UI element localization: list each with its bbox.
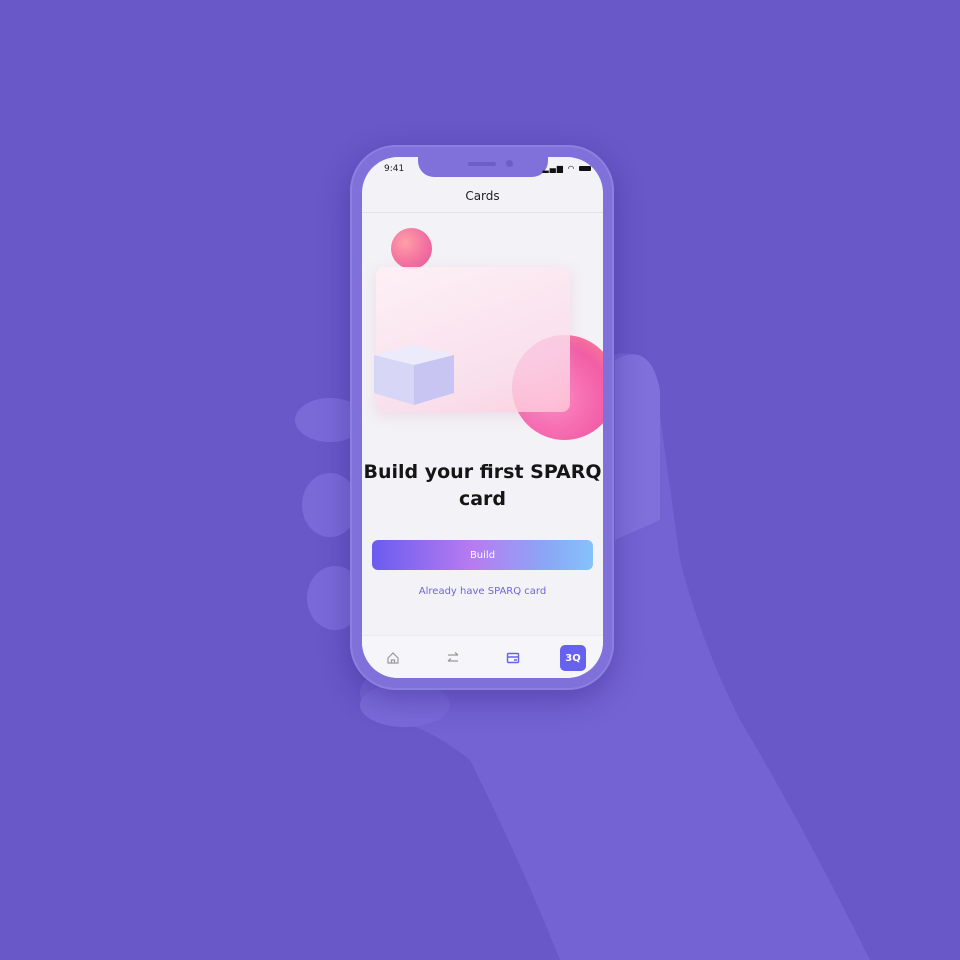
notch [418,157,548,177]
build-button[interactable]: Build [372,540,593,570]
header-divider [362,212,603,213]
tab-home[interactable] [380,645,406,671]
wifi-icon: ◠ [567,164,576,173]
signal-icon: ▂▄▆ [542,164,564,173]
tab-bar: 3Q [362,635,603,678]
page-title: Cards [465,189,500,203]
phone-screen: 9:41 ▂▄▆ ◠ Cards Build your first SPARQ … [362,157,603,678]
pink-sphere-small [391,228,432,269]
camera [506,160,513,167]
status-icons: ▂▄▆ ◠ [542,164,591,173]
tab-cards[interactable] [500,645,526,671]
already-have-card-link[interactable]: Already have SPARQ card [362,586,603,597]
status-time: 9:41 [384,164,405,174]
transfer-arrows-icon [447,652,459,662]
cube-illustration [374,345,454,405]
battery-icon [579,166,591,171]
card-icon [506,652,520,664]
tab-transfers[interactable] [440,645,466,671]
speaker [468,162,496,166]
phone-frame: 9:41 ▂▄▆ ◠ Cards Build your first SPARQ … [350,145,614,690]
tab-profile[interactable]: 3Q [560,645,586,671]
headline: Build your first SPARQ card [363,461,602,510]
home-icon [387,652,399,664]
